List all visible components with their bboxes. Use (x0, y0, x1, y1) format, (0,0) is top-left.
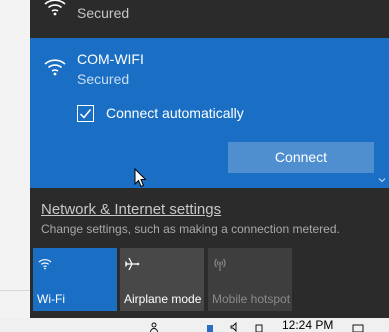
quick-action-mobile-hotspot[interactable]: Mobile hotspot (208, 248, 292, 311)
quick-action-wifi[interactable]: Wi-Fi (33, 248, 117, 311)
network-tray-icon[interactable] (206, 322, 214, 332)
quick-action-airplane-mode[interactable]: Airplane mode (120, 248, 204, 311)
quick-action-label: Airplane mode (124, 292, 202, 306)
action-center-icon[interactable] (352, 322, 364, 332)
quick-action-label: Wi-Fi (37, 292, 65, 306)
connect-automatically-label[interactable]: Connect automatically (106, 105, 244, 121)
scrollbar[interactable] (375, 38, 389, 188)
network-name: COM-WIFI (77, 51, 144, 67)
network-status: Secured (77, 5, 130, 21)
checkmark-icon (79, 109, 92, 119)
hotspot-icon (214, 258, 226, 271)
connect-automatically-checkbox[interactable] (77, 105, 94, 122)
network-item-selected[interactable]: COM-WIFI Secured Connect automatically C… (30, 38, 389, 188)
person-icon[interactable] (150, 322, 158, 332)
network-settings-link[interactable]: Network & Internet settings (41, 201, 221, 218)
network-status: Secured (77, 71, 130, 87)
airplane-icon (124, 257, 140, 271)
wifi-icon (44, 0, 66, 16)
wifi-icon (44, 59, 66, 76)
desktop-background (0, 0, 30, 332)
quick-action-label: Mobile hotspot (212, 292, 291, 306)
network-item-previous[interactable]: Secured (30, 0, 389, 38)
battery-icon[interactable] (255, 322, 263, 332)
network-settings-description: Change settings, such as making a connec… (41, 222, 340, 236)
volume-icon[interactable] (230, 322, 238, 332)
clock-time[interactable]: 12:24 PM (282, 318, 333, 332)
taskbar: 12:24 PM (0, 318, 389, 332)
connect-button[interactable]: Connect (228, 142, 374, 173)
chevron-down-icon[interactable] (378, 176, 386, 184)
network-flyout: Secured COM-WIFI Secured Connect automat… (30, 0, 389, 318)
mouse-cursor-icon (134, 168, 146, 188)
wifi-icon (38, 259, 52, 270)
